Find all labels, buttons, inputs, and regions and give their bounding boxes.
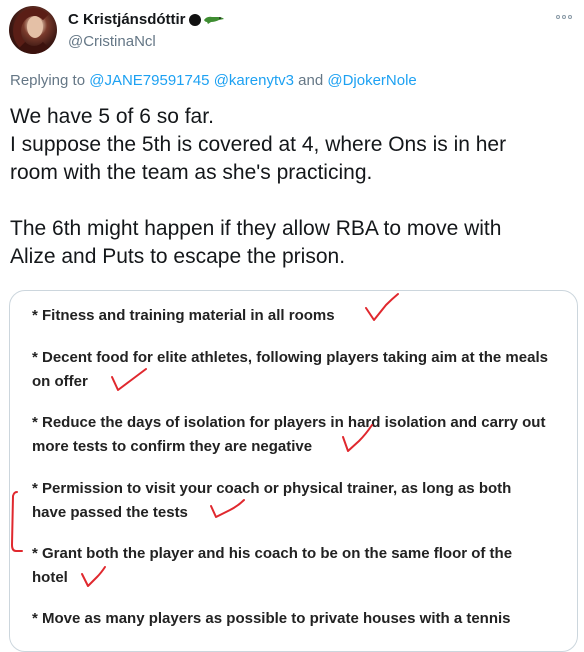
image-list-item: * Decent food for elite athletes, follow… — [32, 346, 577, 394]
crocodile-icon — [203, 16, 224, 24]
image-list-line: * Decent food for elite athletes, follow… — [32, 349, 548, 366]
author-handle[interactable]: @CristinaNcl — [68, 33, 156, 50]
more-options-dot — [562, 15, 566, 19]
image-list-line: * Permission to visit your coach or phys… — [32, 480, 512, 497]
image-list-line: more tests to confirm they are negative — [32, 438, 313, 455]
tweet-text-line: The 6th might happen if they allow RBA t… — [10, 217, 502, 240]
tweet-text-line: We have 5 of 6 so far. — [10, 105, 214, 128]
image-list-line: hotel — [32, 569, 68, 586]
image-list-line: on offer — [32, 373, 88, 390]
display-name[interactable]: C Kristjánsdóttir — [68, 11, 186, 28]
image-list-line: * Move as many players as possible to pr… — [32, 610, 511, 627]
more-options-dot — [556, 15, 560, 19]
avatar-face — [27, 16, 43, 38]
mention-link[interactable]: @DjokerNole — [327, 72, 416, 89]
paragraph-break — [10, 187, 580, 215]
replying-to-and: and — [298, 72, 324, 89]
tweet-text-line: room with the team as she's practicing. — [10, 161, 373, 184]
tweet-text-line: Alize and Puts to escape the prison. — [10, 245, 346, 268]
mention-link[interactable]: @karenytv3 — [214, 72, 294, 89]
more-options-dot — [568, 15, 572, 19]
image-list-line: * Grant both the player and his coach to… — [32, 545, 513, 562]
mention-link[interactable]: @JANE79591745 — [89, 72, 209, 89]
image-list-item: * Move as many players as possible to pr… — [32, 607, 577, 631]
author-name-row[interactable]: C Kristjánsdóttir — [68, 11, 225, 28]
attached-image[interactable]: * Fitness and training material in all r… — [9, 290, 578, 652]
replying-to-label: Replying to — [10, 72, 86, 89]
more-options-icon[interactable] — [556, 15, 572, 19]
image-list-item: * Permission to visit your coach or phys… — [32, 477, 577, 525]
black-circle-icon — [188, 13, 201, 26]
image-list-item: * Reduce the days of isolation for playe… — [32, 411, 577, 459]
avatar[interactable] — [9, 6, 57, 54]
image-list-item: * Fitness and training material in all r… — [32, 304, 577, 328]
image-list-line: * Fitness and training material in all r… — [32, 307, 335, 324]
replying-to: Replying to @JANE79591745 @karenytv3 and… — [10, 72, 417, 89]
image-list-line: * Reduce the days of isolation for playe… — [32, 414, 546, 431]
image-list-line: have passed the tests — [32, 504, 188, 521]
tweet-text-line: I suppose the 5th is covered at 4, where… — [10, 133, 507, 156]
tweet-text: We have 5 of 6 so far. I suppose the 5th… — [10, 103, 580, 271]
image-list-item: * Grant both the player and his coach to… — [32, 542, 577, 590]
